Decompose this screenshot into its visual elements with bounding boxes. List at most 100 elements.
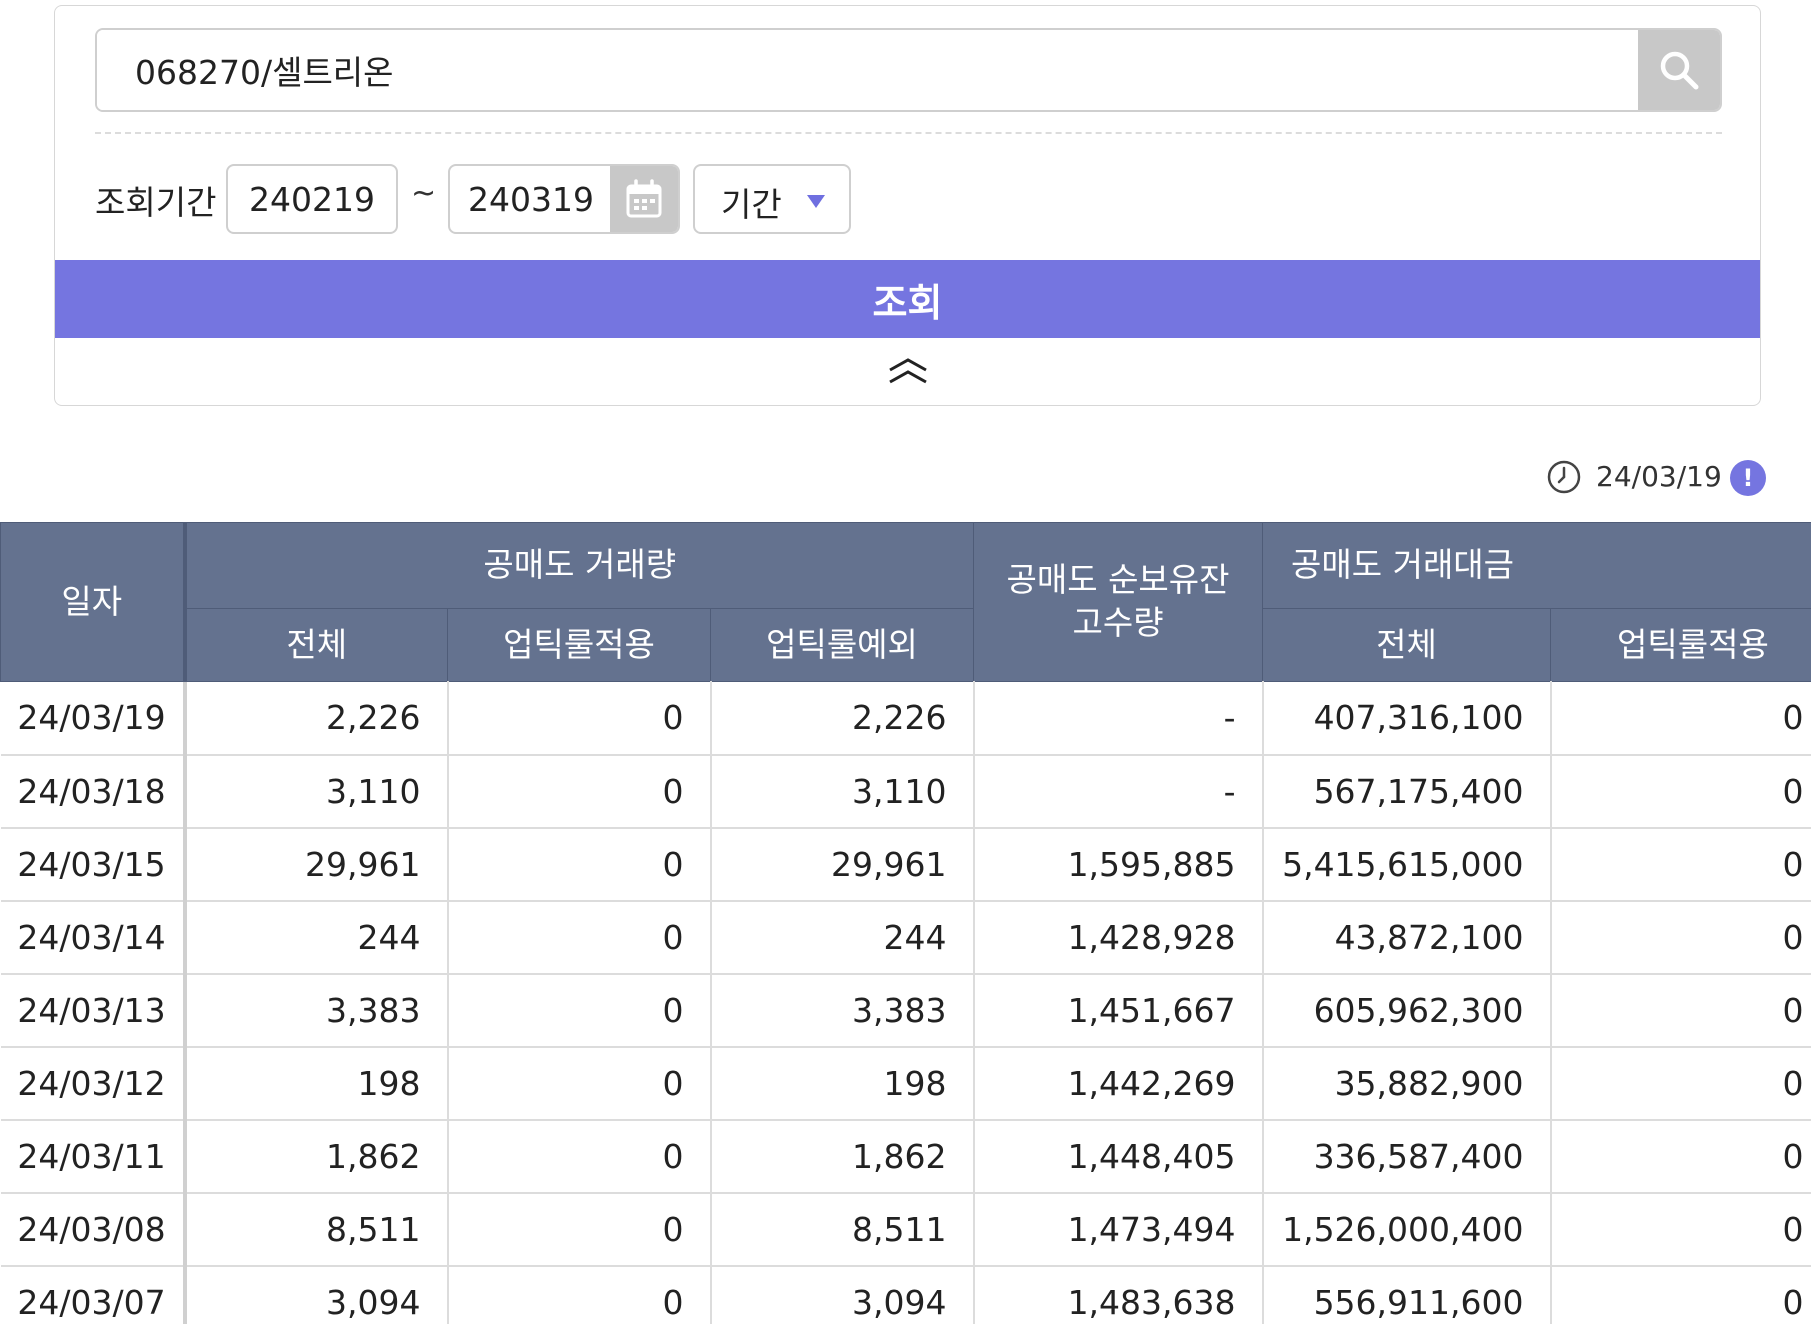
- cell-net-position: 1,428,928: [973, 900, 1264, 975]
- cell-vol-uptick-applied: 0: [447, 1119, 712, 1194]
- cell-date: 24/03/18: [0, 754, 187, 829]
- header-vol-uptick-exempt[interactable]: 업틱룰예외: [709, 608, 975, 682]
- cell-net-position: -: [973, 681, 1264, 756]
- cell-net-position: 1,483,638: [973, 1265, 1264, 1324]
- cell-amt-total: 43,872,100: [1262, 900, 1552, 975]
- header-amt-total[interactable]: 전체: [1262, 608, 1552, 682]
- divider: [95, 132, 1722, 134]
- cell-amt-total: 556,911,600: [1262, 1265, 1552, 1324]
- cell-amt-uptick-applied: 0: [1550, 827, 1811, 902]
- date-to-value: 240319: [468, 179, 594, 219]
- header-short-volume: 공매도 거래량: [183, 522, 975, 609]
- cell-vol-uptick-exempt: 8,511: [710, 1192, 975, 1267]
- header-net-position-line1: 공매도 순보유잔: [1006, 560, 1230, 600]
- cell-amt-uptick-applied: 0: [1550, 1046, 1811, 1121]
- period-select[interactable]: 기간: [693, 164, 851, 234]
- cell-amt-total: 5,415,615,000: [1262, 827, 1552, 902]
- calendar-icon: [626, 179, 662, 218]
- table-row[interactable]: 24/03/11 1,862 0 1,862 1,448,405 336,587,400 0: [0, 1119, 1811, 1194]
- table-row[interactable]: 24/03/14 244 0 244 1,428,928 43,872,100 0: [0, 900, 1811, 975]
- cell-date: 24/03/19: [0, 681, 187, 756]
- cell-net-position: 1,595,885: [973, 827, 1264, 902]
- cell-date: 24/03/07: [0, 1265, 187, 1324]
- header-date[interactable]: 일자: [0, 522, 187, 682]
- cell-amt-uptick-applied: 0: [1550, 1265, 1811, 1324]
- cell-amt-total: 605,962,300: [1262, 973, 1552, 1048]
- header-vol-total[interactable]: 전체: [184, 608, 448, 682]
- cell-vol-uptick-exempt: 29,961: [710, 827, 975, 902]
- date-from-field[interactable]: 240219: [226, 164, 398, 234]
- cell-net-position: -: [973, 754, 1264, 829]
- table-container: 일자 공매도 거래량 공매도 순보유잔 고수량 공매도 거래대금 전체 업틱룰적…: [0, 522, 1811, 1324]
- header-net-position[interactable]: 공매도 순보유잔 고수량: [973, 522, 1264, 682]
- header-vol-uptick-applied[interactable]: 업틱룰적용: [447, 608, 711, 682]
- cell-vol-total: 198: [184, 1046, 449, 1121]
- cell-date: 24/03/11: [0, 1119, 187, 1194]
- cell-amt-uptick-applied: 0: [1550, 681, 1811, 756]
- timestamp-row: 24/03/19 !: [1546, 456, 1806, 498]
- cell-net-position: 1,451,667: [973, 973, 1264, 1048]
- cell-vol-uptick-applied: 0: [447, 1192, 712, 1267]
- cell-vol-uptick-applied: 0: [447, 973, 712, 1048]
- cell-vol-uptick-exempt: 198: [710, 1046, 975, 1121]
- cell-net-position: 1,448,405: [973, 1119, 1264, 1194]
- cell-net-position: 1,442,269: [973, 1046, 1264, 1121]
- table-row[interactable]: 24/03/19 2,226 0 2,226-407,316,100 0: [0, 681, 1811, 756]
- cell-amt-total: 1,526,000,400: [1262, 1192, 1552, 1267]
- period-select-label: 기간: [721, 185, 782, 224]
- cell-vol-uptick-exempt: 3,383: [710, 973, 975, 1048]
- cell-amt-uptick-applied: 0: [1550, 973, 1811, 1048]
- cell-vol-total: 3,094: [184, 1265, 449, 1324]
- cell-date: 24/03/08: [0, 1192, 187, 1267]
- query-button[interactable]: 조회: [55, 260, 1760, 338]
- cell-vol-uptick-applied: 0: [447, 827, 712, 902]
- search-button[interactable]: [1638, 30, 1720, 110]
- table-row[interactable]: 24/03/18 3,110 0 3,110-567,175,400 0: [0, 754, 1811, 829]
- cell-vol-uptick-applied: 0: [447, 900, 712, 975]
- cell-amt-total: 35,882,900: [1262, 1046, 1552, 1121]
- table-row[interactable]: 24/03/15 29,961 0 29,961 1,595,885 5,415,615,…: [0, 827, 1811, 902]
- chevron-double-up-icon: [889, 358, 927, 384]
- cell-date: 24/03/14: [0, 900, 187, 975]
- cell-vol-total: 1,862: [184, 1119, 449, 1194]
- info-icon[interactable]: !: [1730, 460, 1766, 496]
- cell-vol-total: 3,110: [184, 754, 449, 829]
- cell-amt-total: 407,316,100: [1262, 681, 1552, 756]
- cell-vol-uptick-applied: 0: [447, 681, 712, 756]
- period-row: 조회기간 240219 ~ 240319 기간: [95, 164, 1095, 234]
- cell-amt-total: 567,175,400: [1262, 754, 1552, 829]
- cell-net-position: 1,473,494: [973, 1192, 1264, 1267]
- table-body: 24/03/19 2,226 0 2,226-407,316,100 0 24/03/18…: [0, 681, 1811, 1324]
- calendar-button[interactable]: [610, 166, 678, 232]
- cell-vol-uptick-applied: 0: [447, 754, 712, 829]
- timestamp-text: 24/03/19: [1596, 460, 1722, 493]
- search-box: [95, 28, 1722, 112]
- cell-vol-total: 29,961: [184, 827, 449, 902]
- cell-vol-total: 8,511: [184, 1192, 449, 1267]
- table-row[interactable]: 24/03/13 3,383 0 3,383 1,451,667 605,962,300 0: [0, 973, 1811, 1048]
- cell-vol-uptick-exempt: 1,862: [710, 1119, 975, 1194]
- cell-date: 24/03/12: [0, 1046, 187, 1121]
- table-row[interactable]: 24/03/12 198 0 198 1,442,269 35,882,900 0: [0, 1046, 1811, 1121]
- cell-vol-uptick-exempt: 2,226: [710, 681, 975, 756]
- date-to-field[interactable]: 240319: [448, 164, 680, 234]
- collapse-button[interactable]: [883, 352, 933, 392]
- cell-vol-total: 3,383: [184, 973, 449, 1048]
- header-net-position-line2: 고수량: [1072, 603, 1164, 642]
- cell-vol-uptick-exempt: 3,094: [710, 1265, 975, 1324]
- table-row[interactable]: 24/03/08 8,511 0 8,511 1,473,494 1,526,000,40…: [0, 1192, 1811, 1267]
- cell-amt-uptick-applied: 0: [1550, 754, 1811, 829]
- cell-vol-uptick-exempt: 244: [710, 900, 975, 975]
- cell-vol-total: 2,226: [184, 681, 449, 756]
- header-amt-uptick-applied[interactable]: 업틱룰적용: [1550, 608, 1811, 682]
- cell-vol-total: 244: [184, 900, 449, 975]
- cell-vol-uptick-exempt: 3,110: [710, 754, 975, 829]
- cell-amt-total: 336,587,400: [1262, 1119, 1552, 1194]
- search-icon: [1660, 51, 1699, 90]
- period-label: 조회기간: [95, 183, 217, 222]
- clock-icon: [1547, 460, 1581, 494]
- short-selling-table: 일자 공매도 거래량 공매도 순보유잔 고수량 공매도 거래대금 전체 업틱룰적…: [0, 522, 1811, 1324]
- search-input[interactable]: [97, 30, 1642, 110]
- table-row[interactable]: 24/03/07 3,094 0 3,094 1,483,638 556,911,600 0: [0, 1265, 1811, 1324]
- cell-amt-uptick-applied: 0: [1550, 900, 1811, 975]
